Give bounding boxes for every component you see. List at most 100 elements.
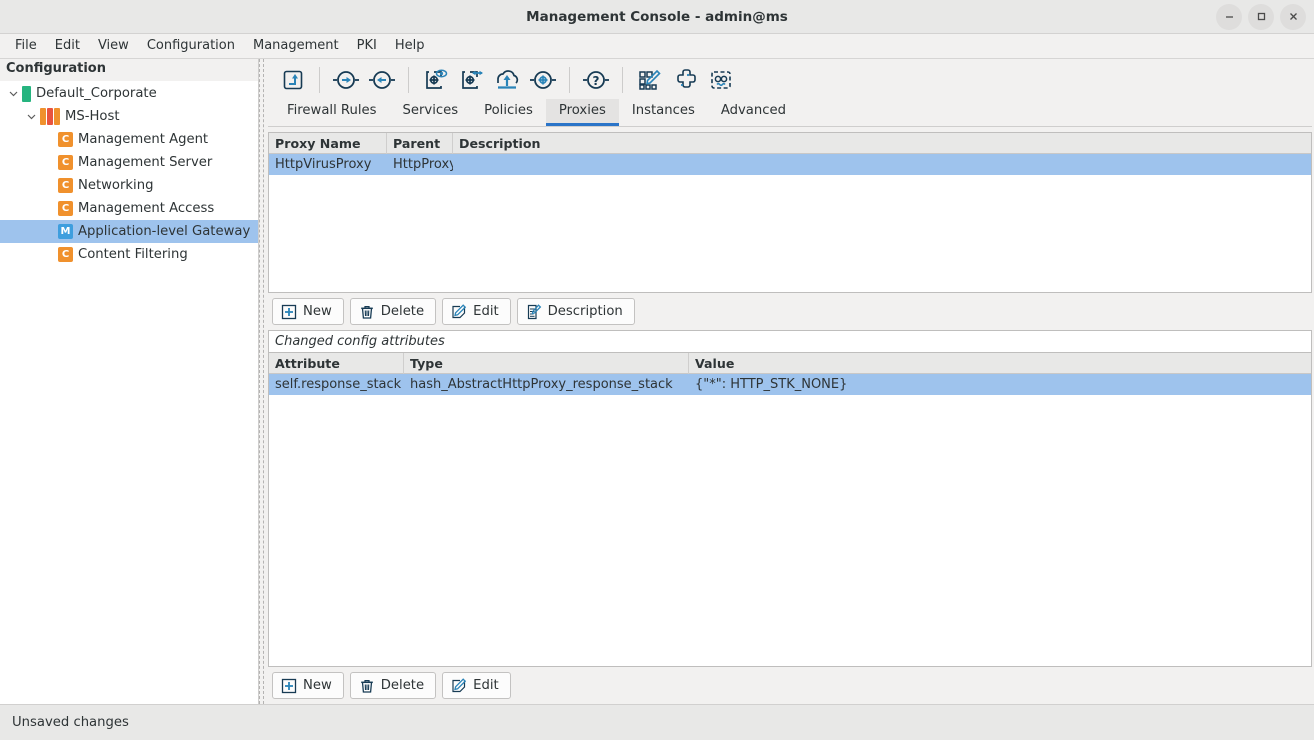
help-button[interactable]: ? (579, 63, 613, 97)
column-header-parent[interactable]: Parent (387, 133, 453, 154)
proxy-delete-button[interactable]: Delete (349, 298, 437, 325)
menu-bar: File Edit View Configuration Management … (0, 34, 1314, 59)
component-c-icon: C (58, 178, 73, 193)
plus-box-icon (281, 304, 297, 319)
button-label: New (303, 304, 332, 319)
button-label: New (303, 678, 332, 693)
pencil-box-icon (452, 677, 467, 692)
proxy-button-row: New Delete Edit Description (268, 293, 1312, 330)
forward-button[interactable] (329, 63, 363, 97)
button-label: Description (547, 304, 623, 319)
chevron-down-icon[interactable] (6, 87, 20, 101)
tab-services[interactable]: Services (390, 99, 472, 126)
edit-grid-button[interactable] (632, 63, 666, 97)
menu-configuration[interactable]: Configuration (138, 35, 244, 57)
component-c-icon: C (58, 132, 73, 147)
cell-description (453, 154, 1311, 175)
upload-button[interactable] (490, 63, 524, 97)
sidebar-item-label: Application-level Gateway (78, 224, 251, 239)
sidebar-item-label: Management Server (78, 155, 213, 170)
column-header-value[interactable]: Value (689, 353, 1311, 374)
menu-management[interactable]: Management (244, 35, 348, 57)
menu-file[interactable]: File (6, 35, 46, 57)
configuration-tree: Default_Corporate MS-Host C Management A… (0, 81, 258, 704)
sidebar-item-networking[interactable]: C Networking (0, 174, 258, 197)
application-window: Management Console - admin@ms File Edit … (0, 0, 1314, 740)
sidebar-item-application-level-gateway[interactable]: M Application-level Gateway (0, 220, 258, 243)
sidebar-item-management-agent[interactable]: C Management Agent (0, 128, 258, 151)
window-controls (1216, 3, 1314, 30)
tab-proxies[interactable]: Proxies (545, 99, 619, 126)
tab-instances[interactable]: Instances (619, 99, 708, 126)
tab-advanced[interactable]: Advanced (708, 99, 799, 126)
sidebar-item-management-access[interactable]: C Management Access (0, 197, 258, 220)
settings-button[interactable] (526, 63, 560, 97)
configuration-sidebar: Configuration Default_Corporate MS-Host … (0, 59, 259, 704)
sidebar-item-label: MS-Host (65, 109, 120, 124)
button-label: Delete (380, 304, 425, 319)
sidebar-item-content-filtering[interactable]: C Content Filtering (0, 243, 258, 266)
toolbar-separator (319, 67, 320, 93)
chevron-down-icon[interactable] (24, 110, 38, 124)
proxy-new-button[interactable]: New (272, 298, 344, 325)
robot-button[interactable] (704, 63, 738, 97)
tab-policies[interactable]: Policies (471, 99, 546, 126)
cell-type: hash_AbstractHttpProxy_response_stack (410, 377, 673, 392)
proxy-description-button[interactable]: Description (516, 298, 635, 325)
python-button[interactable] (668, 63, 702, 97)
close-button[interactable] (1280, 3, 1306, 30)
toolbar-separator (622, 67, 623, 93)
attribute-edit-button[interactable]: Edit (442, 672, 511, 699)
menu-pki[interactable]: PKI (348, 35, 386, 57)
menu-help[interactable]: Help (386, 35, 434, 57)
button-label: Delete (380, 678, 425, 693)
attribute-new-button[interactable]: New (272, 672, 344, 699)
cell-proxy-name: HttpVirusProxy (275, 157, 372, 172)
button-label: Edit (473, 304, 499, 319)
status-bar: Unsaved changes (0, 704, 1314, 740)
table-row[interactable]: HttpVirusProxy HttpProxy (269, 154, 1311, 175)
attributes-table-header: Attribute Type Value (269, 353, 1311, 374)
button-label: Edit (473, 678, 499, 693)
table-row[interactable]: self.response_stack hash_AbstractHttpPro… (269, 374, 1311, 395)
sidebar-item-label: Content Filtering (78, 247, 188, 262)
attribute-delete-button[interactable]: Delete (349, 672, 437, 699)
sidebar-item-label: Default_Corporate (36, 86, 157, 101)
proxy-edit-button[interactable]: Edit (442, 298, 511, 325)
cell-attribute: self.response_stack (275, 377, 402, 392)
proxy-table[interactable]: Proxy Name Parent Description HttpVirusP… (268, 132, 1312, 293)
column-header-description[interactable]: Description (453, 133, 1311, 154)
minimize-button[interactable] (1216, 3, 1242, 30)
attributes-table-body: self.response_stack hash_AbstractHttpPro… (269, 374, 1311, 666)
changed-config-attributes-label: Changed config attributes (268, 330, 1312, 352)
menu-view[interactable]: View (89, 35, 138, 57)
component-c-icon: C (58, 201, 73, 216)
module-m-icon: M (58, 224, 73, 239)
back-button[interactable] (365, 63, 399, 97)
tab-firewall-rules[interactable]: Firewall Rules (274, 99, 390, 126)
main-pane: ? Firewall Rules Services Policies Proxi… (264, 59, 1314, 704)
sidebar-item-management-server[interactable]: C Management Server (0, 151, 258, 174)
sidebar-item-label: Management Access (78, 201, 215, 216)
tab-bar: Firewall Rules Services Policies Proxies… (268, 99, 1312, 127)
view-config-button[interactable] (418, 63, 452, 97)
menu-edit[interactable]: Edit (46, 35, 89, 57)
title-bar: Management Console - admin@ms (0, 0, 1314, 34)
sidebar-item-label: Management Agent (78, 132, 209, 147)
proxy-table-body: HttpVirusProxy HttpProxy (269, 154, 1311, 292)
go-up-button[interactable] (276, 63, 310, 97)
main-body: Configuration Default_Corporate MS-Host … (0, 59, 1314, 704)
column-header-attribute[interactable]: Attribute (269, 353, 404, 374)
column-header-type[interactable]: Type (404, 353, 689, 374)
transfer-config-button[interactable] (454, 63, 488, 97)
sidebar-item-ms-host[interactable]: MS-Host (0, 105, 258, 128)
cell-parent: HttpProxy (393, 157, 453, 172)
component-c-icon: C (58, 247, 73, 262)
trash-icon (360, 679, 373, 693)
sidebar-item-default-corporate[interactable]: Default_Corporate (0, 82, 258, 105)
attributes-table[interactable]: Attribute Type Value self.response_stack… (268, 352, 1312, 667)
maximize-button[interactable] (1248, 3, 1274, 30)
column-header-proxy-name[interactable]: Proxy Name (269, 133, 387, 154)
trash-icon (360, 305, 373, 319)
proxy-table-header: Proxy Name Parent Description (269, 133, 1311, 154)
